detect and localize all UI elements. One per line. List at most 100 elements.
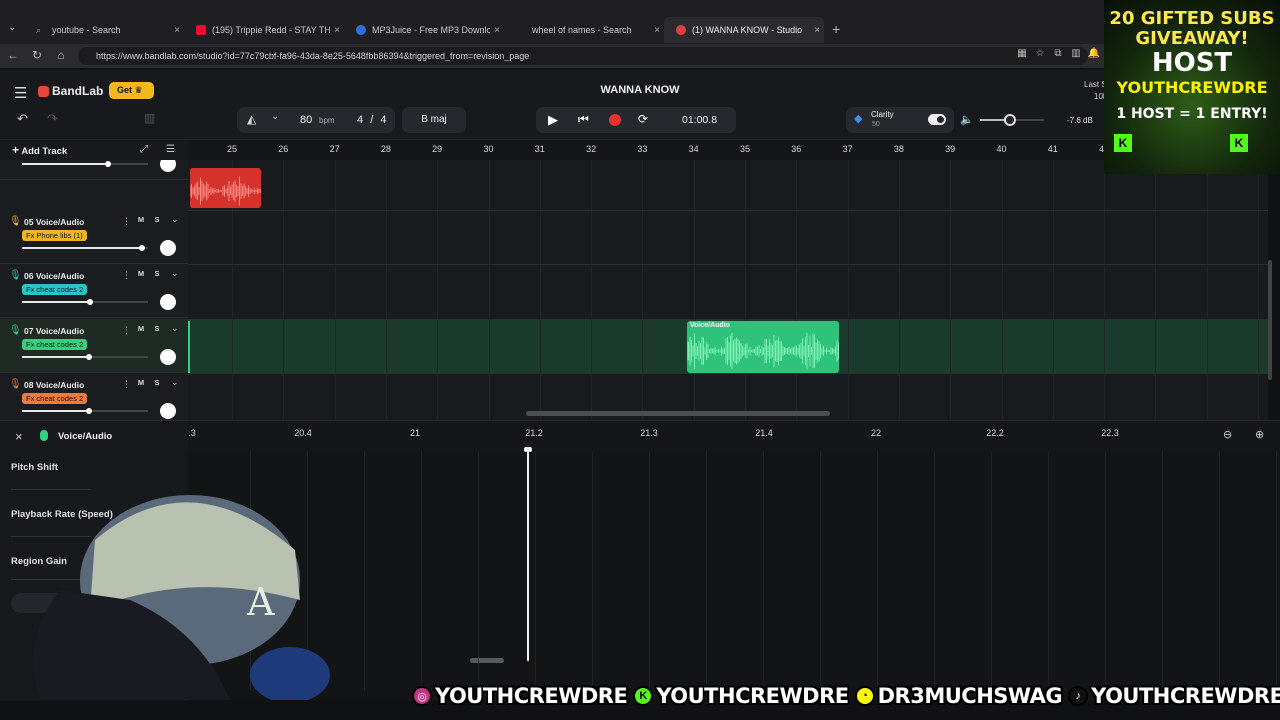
track-volume-slider[interactable] — [22, 408, 148, 414]
piano-keyboard-icon[interactable]: ▥ — [144, 111, 155, 125]
automation-icon[interactable]: ⤢ — [140, 144, 148, 155]
skip-back-icon[interactable]: ⏮ — [578, 112, 589, 127]
redo-icon[interactable]: ↷ — [47, 111, 58, 127]
track-row[interactable]: 🎙 08 Voice/Audio ⋮ M S ⌄ Fx cheat codes 2 — [0, 373, 188, 420]
solo-button[interactable]: S — [151, 377, 163, 389]
track-menu-icon[interactable]: ⋮ — [122, 325, 131, 336]
effects-badge[interactable]: Fx cheat codes 2 — [22, 393, 88, 404]
close-icon[interactable]: × — [650, 25, 664, 36]
snapchat-icon: ◔ — [854, 686, 875, 706]
track-name[interactable]: 06 Voice/Audio — [24, 271, 84, 281]
track-headers: Fx Custom🎙05 Voice/Audio⋮MS⌄Fx Phone lib… — [0, 160, 188, 420]
solo-button[interactable]: S — [151, 323, 163, 335]
metronome-icon[interactable]: ◭ — [247, 112, 256, 126]
mute-button[interactable]: M — [135, 377, 147, 389]
track-volume-slider[interactable] — [22, 245, 148, 251]
track-row[interactable]: 🎙 06 Voice/Audio ⋮ M S ⌄ Fx cheat codes 2 — [0, 264, 188, 318]
mute-button[interactable]: M — [135, 323, 147, 335]
collections-icon[interactable]: ⧉ — [1050, 48, 1066, 59]
kick-icon: K — [633, 686, 654, 706]
track-name[interactable]: 07 Voice/Audio — [24, 326, 84, 336]
volume-icon[interactable]: 🔈 — [960, 113, 974, 126]
notification-bell-icon[interactable]: 🔔 — [1086, 48, 1102, 59]
reload-icon[interactable]: ↻ — [29, 48, 45, 62]
horizontal-scrollbar[interactable] — [526, 411, 830, 416]
editor-playhead[interactable] — [527, 449, 529, 661]
close-icon[interactable]: × — [810, 25, 824, 36]
editor-scroll-handle[interactable] — [470, 658, 504, 663]
sidebar-icon[interactable]: ▥ — [1068, 48, 1084, 59]
track-volume-slider[interactable] — [22, 161, 148, 167]
effects-badge[interactable]: Fx cheat codes 2 — [22, 284, 88, 295]
track-menu-icon[interactable]: ⋮ — [122, 270, 131, 281]
browser-tab[interactable]: (195) Trippie Redd - STAY THE × — [184, 17, 344, 43]
arrangement-area[interactable]: Voice/Audio — [188, 160, 1268, 420]
loop-icon[interactable]: ⟳ — [638, 112, 648, 126]
track-menu-icon[interactable]: ⋮ — [122, 216, 131, 227]
extensions-icon[interactable]: ▦ — [1014, 48, 1030, 59]
new-tab-button[interactable]: + — [832, 21, 840, 37]
close-icon[interactable]: × — [170, 25, 184, 36]
chevron-down-icon[interactable]: ⌄ — [171, 268, 179, 279]
audio-region-red[interactable] — [190, 168, 261, 208]
time-signature[interactable]: 4 / 4 — [357, 114, 386, 126]
home-icon[interactable]: ⌂ — [53, 48, 69, 62]
undo-icon[interactable]: ↶ — [17, 111, 28, 127]
chevron-down-icon[interactable]: ⌄ — [271, 111, 279, 122]
ruler-tick: 37 — [842, 144, 853, 154]
pan-knob[interactable] — [160, 403, 176, 419]
effects-badge[interactable]: Fx Phone libs (1) — [22, 230, 87, 241]
bpm-value[interactable]: 80 — [300, 114, 312, 126]
track-row[interactable]: Fx Custom — [0, 160, 188, 180]
play-icon[interactable]: ▶ — [548, 112, 558, 128]
close-icon[interactable]: × — [330, 25, 344, 36]
key-selector[interactable]: B maj — [402, 107, 466, 133]
chevron-down-icon[interactable]: ⌄ — [171, 323, 179, 334]
track-menu-icon[interactable]: ⋮ — [122, 379, 131, 390]
close-editor-button[interactable]: × — [15, 429, 23, 444]
clarity-toggle[interactable] — [928, 114, 946, 125]
grid-line — [642, 160, 644, 420]
browser-tab[interactable]: wheel of names - Search × — [504, 17, 664, 43]
master-volume-slider[interactable] — [980, 114, 1044, 126]
pan-knob[interactable] — [160, 240, 176, 256]
editor-playhead-handle[interactable] — [524, 447, 532, 452]
playhead[interactable] — [188, 321, 190, 373]
mixer-settings-icon[interactable]: ☰ — [166, 144, 175, 155]
ruler-tick: 36 — [791, 144, 802, 154]
vertical-scrollbar[interactable] — [1268, 260, 1272, 380]
solo-button[interactable]: S — [151, 214, 163, 226]
mute-button[interactable]: M — [135, 268, 147, 280]
url-field[interactable]: https://www.bandlab.com/studio?id=77c79c… — [78, 47, 1088, 65]
track-row[interactable]: 🎙 07 Voice/Audio ⋮ M S ⌄ Fx cheat codes 2 — [0, 319, 188, 373]
back-arrow-icon[interactable]: ← — [5, 48, 21, 62]
pan-knob[interactable] — [160, 294, 176, 310]
track-volume-slider[interactable] — [22, 299, 148, 305]
close-icon[interactable]: × — [490, 25, 504, 36]
social-handle: YOUTHCREWDRE — [656, 684, 849, 708]
browser-tab[interactable]: ⌕ youtube - Search × — [24, 17, 184, 43]
record-button[interactable] — [609, 114, 621, 126]
effects-badge[interactable]: Fx cheat codes 2 — [22, 339, 88, 350]
pan-knob[interactable] — [160, 349, 176, 365]
mute-button[interactable]: M — [135, 214, 147, 226]
bookmark-star-icon[interactable]: ☆ — [1032, 48, 1048, 59]
zoom-in-icon[interactable]: ⊕ — [1255, 428, 1264, 441]
zoom-out-icon[interactable]: ⊖ — [1223, 428, 1232, 441]
editor-ruler[interactable]: .3 20.4 21 21.2 21.3 21.4 22 22.2 22.3 — [188, 421, 1280, 451]
add-track-button[interactable]: + Add Track — [12, 143, 67, 157]
browser-tab-active[interactable]: (1) WANNA KNOW - Studio × — [664, 17, 824, 43]
pan-knob[interactable] — [160, 160, 176, 172]
promo-line-3: HOST — [1151, 48, 1233, 78]
track-volume-slider[interactable] — [22, 354, 148, 360]
track-name[interactable]: 05 Voice/Audio — [24, 217, 84, 227]
chevron-down-icon[interactable]: ⌄ — [171, 214, 179, 225]
solo-button[interactable]: S — [151, 268, 163, 280]
tab-list-chevron-icon[interactable]: ⌄ — [8, 22, 16, 33]
grid-line — [1258, 160, 1259, 420]
track-row[interactable]: 🎙 05 Voice/Audio ⋮ M S ⌄ Fx Phone libs (1) — [0, 210, 188, 264]
chevron-down-icon[interactable]: ⌄ — [171, 377, 179, 388]
browser-tab[interactable]: MP3Juice - Free MP3 Downloader × — [344, 17, 504, 43]
grid-line — [1001, 160, 1003, 420]
track-name[interactable]: 08 Voice/Audio — [24, 380, 84, 390]
